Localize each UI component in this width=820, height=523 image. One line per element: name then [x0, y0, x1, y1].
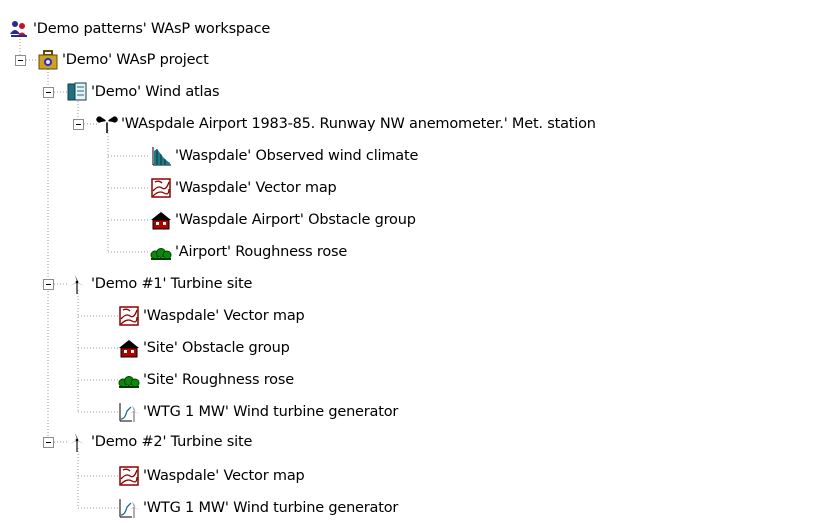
tree-node-label: 'Waspdale Airport' Obstacle group	[175, 212, 416, 228]
tree-node-site1-obstacle-group[interactable]: 'Site' Obstacle group	[118, 333, 290, 363]
tree-node-atlas-obstacle-group[interactable]: 'Waspdale Airport' Obstacle group	[150, 205, 416, 235]
vector-map-icon	[118, 305, 140, 327]
turbine-site-icon	[66, 431, 88, 453]
trees-roughness-icon	[118, 369, 140, 391]
collapse-toggle-turbine-site-1[interactable]	[43, 279, 54, 290]
tree-node-label: 'Demo patterns' WAsP workspace	[33, 21, 271, 37]
workspace-tree: 'Demo patterns' WAsP workspace 'Demo' WA…	[0, 0, 820, 520]
tree-node-workspace[interactable]: 'Demo patterns' WAsP workspace	[8, 14, 270, 44]
house-obstacle-icon	[150, 209, 172, 231]
tree-node-label: 'Demo #1' Turbine site	[91, 276, 253, 292]
vector-map-icon	[118, 465, 140, 487]
collapse-toggle-wind-atlas[interactable]	[43, 87, 54, 98]
tree-node-atlas-vector-map[interactable]: 'Waspdale' Vector map	[150, 173, 337, 203]
collapse-toggle-project[interactable]	[15, 55, 26, 66]
tree-node-observed-climate[interactable]: 'Waspdale' Observed wind climate	[150, 141, 418, 171]
tree-node-label: 'Demo #2' Turbine site	[91, 434, 253, 450]
tree-node-site1-vector-map[interactable]: 'Waspdale' Vector map	[118, 301, 305, 331]
power-curve-turbine-icon	[118, 497, 140, 519]
histogram-climate-icon	[150, 145, 172, 167]
tree-node-label: 'Airport' Roughness rose	[175, 244, 348, 260]
tree-node-site2-vector-map[interactable]: 'Waspdale' Vector map	[118, 461, 305, 491]
tree-node-site1-roughness-rose[interactable]: 'Site' Roughness rose	[118, 365, 294, 395]
collapse-toggle-met-station[interactable]	[73, 119, 84, 130]
tree-node-label: 'WAspdale Airport 1983-85. Runway NW ane…	[121, 116, 596, 132]
vector-map-icon	[150, 177, 172, 199]
tree-node-label: 'Site' Obstacle group	[143, 340, 290, 356]
tree-node-project[interactable]: 'Demo' WAsP project	[37, 45, 209, 75]
collapse-toggle-turbine-site-2[interactable]	[43, 437, 54, 448]
tree-node-label: 'Waspdale' Vector map	[143, 468, 305, 484]
briefcase-project-icon	[37, 49, 59, 71]
tree-node-label: 'Waspdale' Vector map	[175, 180, 337, 196]
tree-node-turbine-site-1[interactable]: 'Demo #1' Turbine site	[66, 269, 252, 299]
tree-node-met-station[interactable]: 'WAspdale Airport 1983-85. Runway NW ane…	[96, 109, 596, 139]
turbine-site-icon	[66, 273, 88, 295]
tree-node-wind-atlas[interactable]: 'Demo' Wind atlas	[66, 77, 220, 107]
tree-node-label: 'Demo' WAsP project	[62, 52, 209, 68]
trees-roughness-icon	[150, 241, 172, 263]
tree-node-label: 'Waspdale' Observed wind climate	[175, 148, 419, 164]
power-curve-turbine-icon	[118, 401, 140, 423]
book-atlas-icon	[66, 81, 88, 103]
anemometer-icon	[96, 113, 118, 135]
tree-node-label: 'Site' Roughness rose	[143, 372, 294, 388]
house-obstacle-icon	[118, 337, 140, 359]
tree-node-label: 'WTG 1 MW' Wind turbine generator	[143, 500, 399, 516]
tree-node-label: 'Demo' Wind atlas	[91, 84, 220, 100]
tree-node-label: 'Waspdale' Vector map	[143, 308, 305, 324]
people-workspace-icon	[8, 18, 30, 40]
tree-node-turbine-site-2[interactable]: 'Demo #2' Turbine site	[66, 427, 252, 457]
tree-node-atlas-roughness-rose[interactable]: 'Airport' Roughness rose	[150, 237, 347, 267]
tree-node-site2-wtg[interactable]: 'WTG 1 MW' Wind turbine generator	[118, 493, 398, 523]
tree-node-site1-wtg[interactable]: 'WTG 1 MW' Wind turbine generator	[118, 397, 398, 427]
tree-node-label: 'WTG 1 MW' Wind turbine generator	[143, 404, 399, 420]
